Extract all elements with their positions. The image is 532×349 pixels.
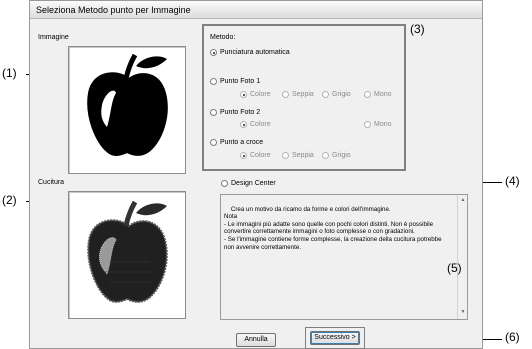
radio-design-center[interactable]: Design Center [221, 179, 276, 188]
radio-auto-punch[interactable]: Punciatura automatica [210, 48, 290, 57]
photo2-mono[interactable]: Mono [364, 120, 392, 129]
description-scrollbar[interactable]: ▲ ▼ [457, 195, 467, 319]
stitch-preview [68, 191, 186, 319]
radio-dot [210, 49, 217, 56]
photo1-sepia[interactable]: Seppia [282, 90, 314, 99]
photo1-gray-label: Grigio [332, 91, 351, 98]
callout-4: (4) [505, 174, 520, 188]
radio-dot [364, 121, 371, 128]
stitched-apple-icon [87, 200, 168, 303]
image-label: Immagine [38, 34, 69, 41]
radio-photo-stitch-2[interactable]: Punto Foto 2 [210, 108, 260, 117]
radio-auto-punch-label: Punciatura automatica [220, 49, 290, 56]
radio-dot [240, 91, 247, 98]
photo1-sepia-label: Seppia [292, 91, 314, 98]
radio-dot [240, 152, 247, 159]
callout-1: (1) [2, 66, 17, 80]
description-content: Crea un motivo da ricamo da forme e colo… [224, 205, 442, 251]
dialog-window: Seleziona Metodo punto per Immagine Imma… [29, 0, 483, 349]
apple-image-icon [87, 53, 168, 156]
method-label: Metodo: [210, 34, 236, 41]
photo1-color[interactable]: Colore [240, 90, 271, 99]
cross-gray-label: Grigio [332, 152, 351, 159]
radio-dot [240, 121, 247, 128]
description-text[interactable]: Crea un motivo da ricamo da forme e colo… [220, 194, 468, 320]
cross-sepia-label: Seppia [292, 152, 314, 159]
radio-photo-stitch-1-label: Punto Foto 1 [220, 78, 261, 85]
radio-dot [282, 152, 289, 159]
radio-cross-stitch-label: Punto a croce [220, 139, 264, 146]
next-button[interactable]: Successivo > [310, 331, 360, 345]
photo1-mono-label: Mono [374, 91, 392, 98]
radio-dot [322, 152, 329, 159]
photo2-mono-label: Mono [374, 121, 392, 128]
callout-2: (2) [2, 193, 17, 207]
scroll-up-icon[interactable]: ▲ [458, 197, 468, 205]
radio-dot [210, 109, 217, 116]
image-preview [68, 46, 186, 174]
callout-3: (3) [410, 22, 425, 36]
callout-6: (6) [505, 330, 520, 344]
cancel-button[interactable]: Annulla [236, 333, 276, 347]
radio-design-center-label: Design Center [231, 180, 276, 187]
method-group: Metodo: Punciatura automatica Punto Foto… [202, 24, 406, 171]
radio-dot [210, 139, 217, 146]
photo1-color-label: Colore [250, 91, 271, 98]
dialog-title: Seleziona Metodo punto per Immagine [30, 1, 482, 19]
cross-color-label: Colore [250, 152, 271, 159]
radio-dot [322, 91, 329, 98]
radio-dot [282, 91, 289, 98]
radio-dot [364, 91, 371, 98]
radio-photo-stitch-1[interactable]: Punto Foto 1 [210, 77, 260, 86]
scroll-down-icon[interactable]: ▼ [458, 309, 468, 317]
cross-gray[interactable]: Grigio [322, 151, 351, 160]
photo1-gray[interactable]: Grigio [322, 90, 351, 99]
cross-sepia[interactable]: Seppia [282, 151, 314, 160]
radio-dot [221, 180, 228, 187]
callout-5: (5) [447, 261, 462, 275]
radio-photo-stitch-2-label: Punto Foto 2 [220, 109, 261, 116]
radio-cross-stitch[interactable]: Punto a croce [210, 138, 263, 147]
photo2-color-label: Colore [250, 121, 271, 128]
cross-color[interactable]: Colore [240, 151, 271, 160]
radio-dot [210, 78, 217, 85]
photo1-mono[interactable]: Mono [364, 90, 392, 99]
photo2-color[interactable]: Colore [240, 120, 271, 129]
stitch-label: Cucitura [38, 179, 65, 186]
